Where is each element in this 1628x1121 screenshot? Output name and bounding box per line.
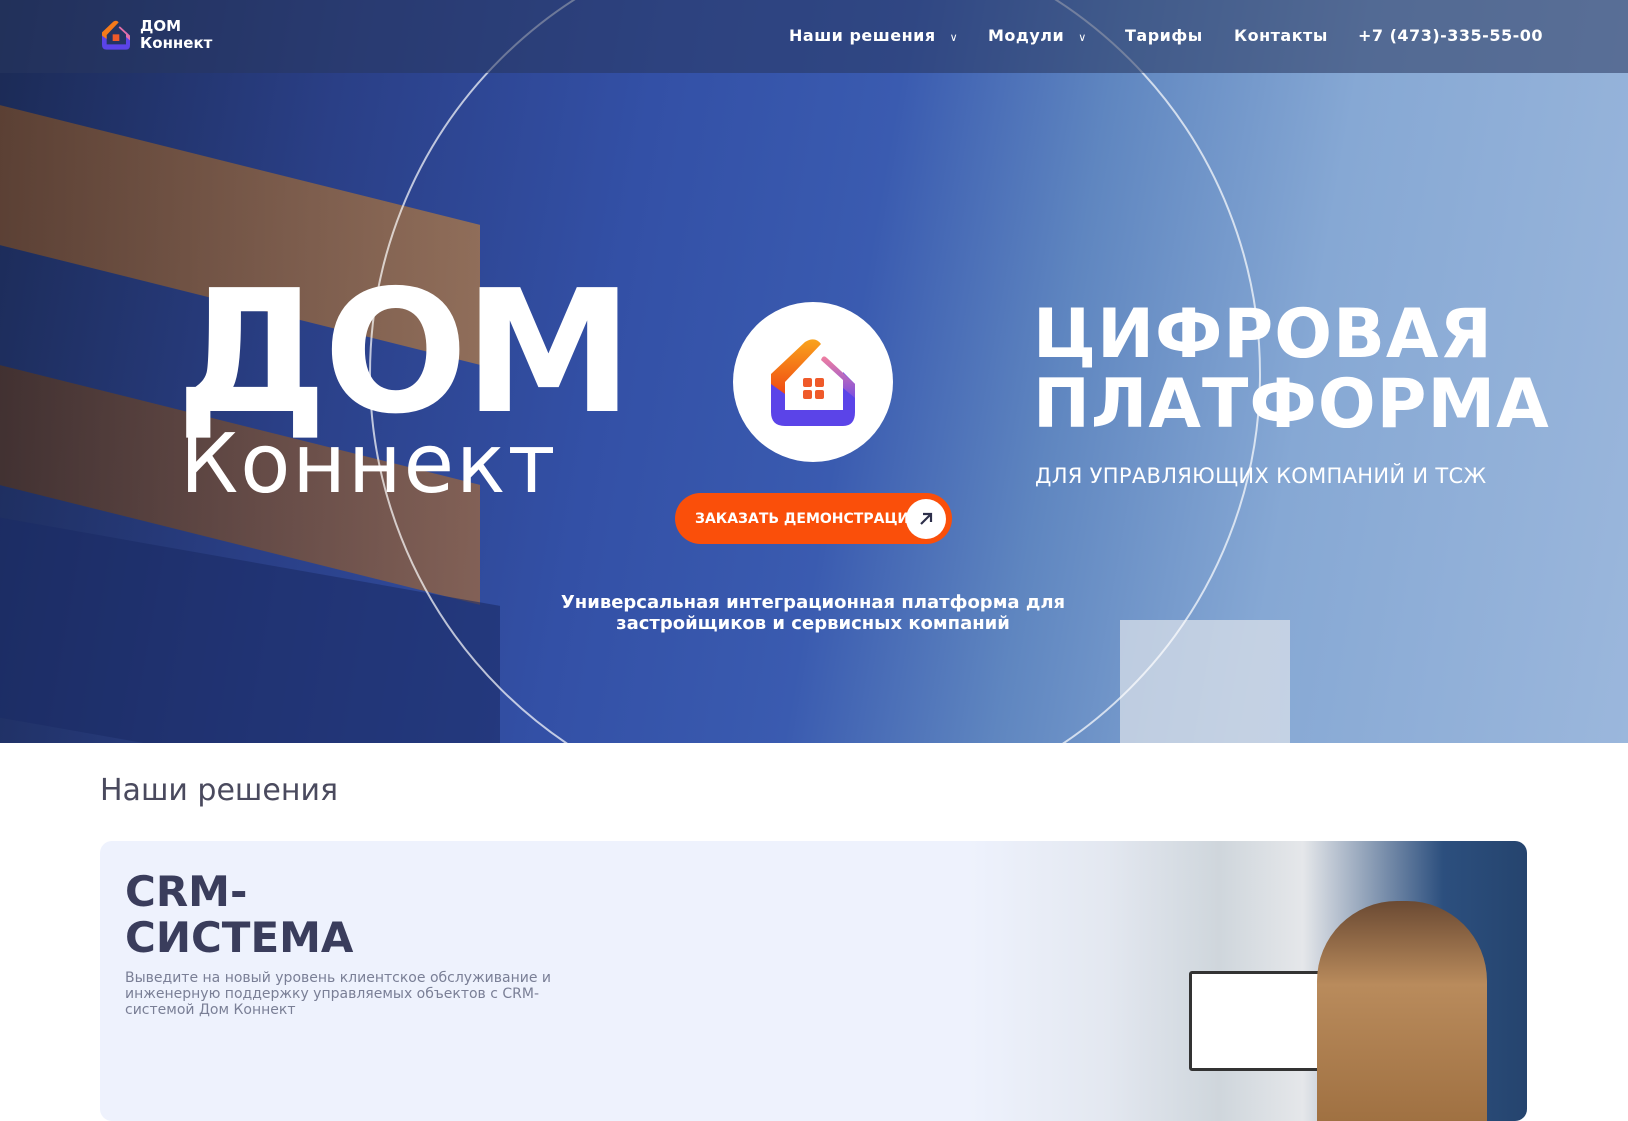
arrow-up-right-icon xyxy=(906,499,946,539)
nav-pricing[interactable]: Тарифы xyxy=(1125,26,1203,45)
nav-phone[interactable]: +7 (473)-335-55-00 xyxy=(1358,26,1543,45)
logo-text-dom: ДОМ xyxy=(140,17,182,35)
card-title: CRM- СИСТЕМА xyxy=(125,869,353,961)
nav-modules-label: Модули xyxy=(988,26,1065,45)
card-title-line1: CRM- xyxy=(125,867,248,916)
card-description: Выведите на новый уровень клиентское обс… xyxy=(125,970,552,1018)
platform-subtitle: ДЛЯ УПРАВЛЯЮЩИХ КОМПАНИЙ И ТСЖ xyxy=(1035,464,1487,488)
nav-modules[interactable]: Модули ∨ xyxy=(988,26,1087,45)
order-demo-button[interactable]: ЗАКАЗАТЬ ДЕМОНСТРАЦИЮ xyxy=(675,493,952,544)
chevron-down-icon: ∨ xyxy=(949,31,959,44)
platform-title-line2: ПЛАТФОРМА xyxy=(1033,365,1550,444)
house-logo-icon xyxy=(733,302,893,462)
office-photo xyxy=(967,841,1527,1121)
nav-solutions-label: Наши решения xyxy=(789,26,936,45)
logo-text-konnekt: Коннект xyxy=(140,34,213,52)
logo[interactable]: ДОМ Коннект xyxy=(100,18,212,52)
nav-solutions[interactable]: Наши решения ∨ xyxy=(789,26,958,45)
person-image xyxy=(1317,901,1487,1121)
hero-title-dom: ДОМ xyxy=(176,254,633,452)
section-title: Наши решения xyxy=(100,773,338,808)
header: ДОМ Коннект Наши решения ∨ Модули ∨ Тарифы… xyxy=(0,0,1628,73)
hero-subtitle: Универсальная интеграционная платформа д… xyxy=(560,592,1066,634)
platform-title-line1: ЦИФРОВАЯ xyxy=(1033,295,1493,374)
card-title-line2: СИСТЕМА xyxy=(125,913,354,962)
logo-icon xyxy=(102,20,130,50)
crm-card[interactable]: CRM- СИСТЕМА Выведите на новый уровень к… xyxy=(100,841,1527,1121)
order-demo-label: ЗАКАЗАТЬ ДЕМОНСТРАЦИЮ xyxy=(695,510,926,527)
chevron-down-icon: ∨ xyxy=(1078,31,1087,44)
platform-title: ЦИФРОВАЯ ПЛАТФОРМА xyxy=(1033,300,1550,440)
nav-contacts[interactable]: Контакты xyxy=(1234,26,1328,45)
hero-title-konnekt: Коннект xyxy=(180,417,558,512)
hero-section: ДОМ Коннект ЗАКАЗАТЬ ДЕМОНСТРАЦИЮ Универ… xyxy=(0,0,1628,743)
